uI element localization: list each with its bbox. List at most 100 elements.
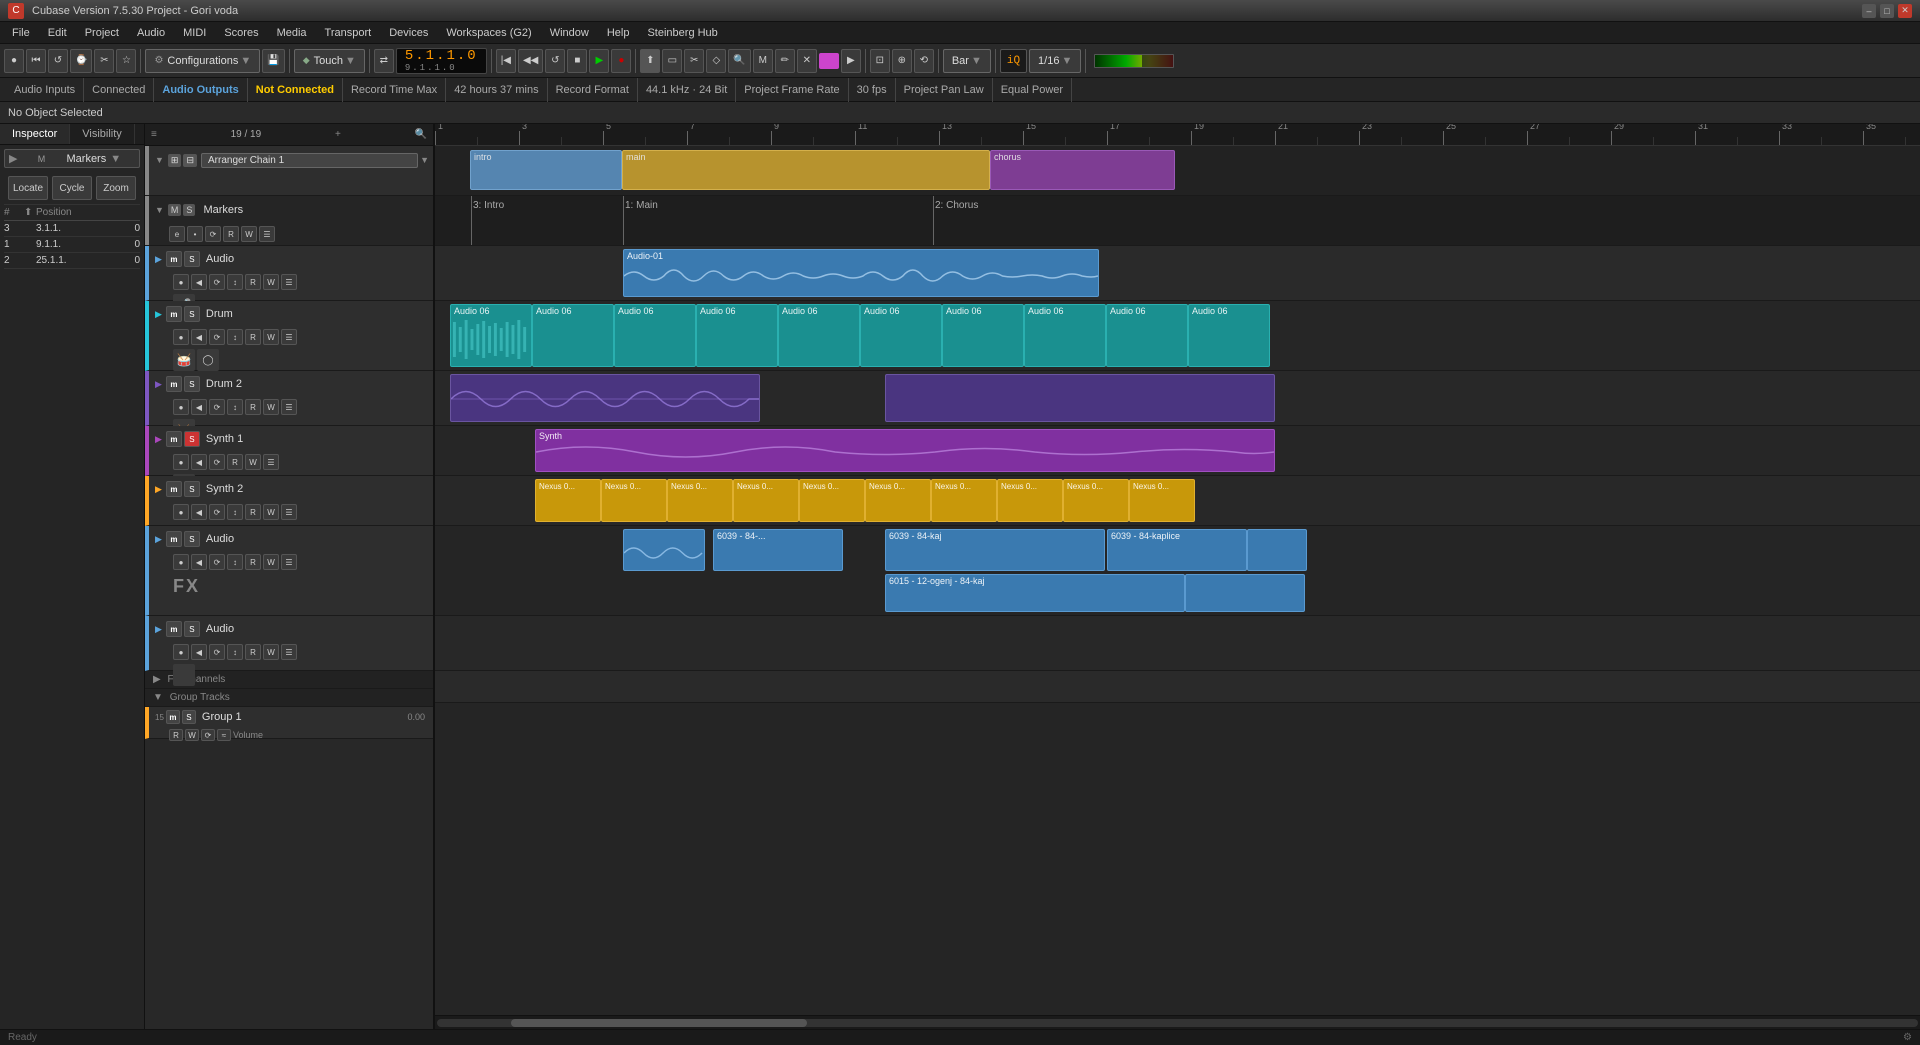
- nexus-1[interactable]: Nexus 0...: [535, 479, 601, 522]
- menu-audio[interactable]: Audio: [129, 25, 173, 41]
- grid-type-btn[interactable]: Bar ▼: [943, 49, 991, 73]
- horizontal-scrollbar[interactable]: [435, 1015, 1920, 1029]
- region-intro[interactable]: intro: [470, 150, 622, 190]
- status-equal-power[interactable]: Equal Power: [993, 78, 1072, 102]
- markers-btn3[interactable]: ⟳: [205, 226, 221, 242]
- settings-icon[interactable]: ⚙: [1903, 1032, 1912, 1043]
- drum-clip-4[interactable]: Audio 06: [696, 304, 778, 367]
- synth1-clip[interactable]: Synth: [535, 429, 1275, 472]
- s2-btn7[interactable]: ☰: [281, 504, 297, 520]
- menu-edit[interactable]: Edit: [40, 25, 75, 41]
- s2-btn5[interactable]: R: [245, 504, 261, 520]
- zoom-btn[interactable]: Zoom: [96, 176, 136, 200]
- transport-play[interactable]: ▶: [589, 49, 609, 73]
- drum2-mute[interactable]: m: [166, 376, 182, 392]
- d-btn1[interactable]: ●: [173, 329, 189, 345]
- audio2-clip4[interactable]: 6039 - 84-kaplice: [1107, 529, 1247, 571]
- menu-midi[interactable]: MIDI: [175, 25, 214, 41]
- marker-row-2[interactable]: 2 25.1.1. 0: [4, 253, 140, 269]
- g1-btn1[interactable]: R: [169, 729, 183, 741]
- d2-btn6[interactable]: W: [263, 399, 279, 415]
- s2-btn6[interactable]: W: [263, 504, 279, 520]
- a2-btn4[interactable]: ↕: [227, 554, 243, 570]
- tb-activate-project[interactable]: ●: [4, 49, 24, 73]
- arrange-viewport[interactable]: intro main chorus 3: Intro 1: Main 2: Ch…: [435, 146, 1920, 1015]
- d2-btn2[interactable]: ◀: [191, 399, 207, 415]
- audio1-mute[interactable]: m: [166, 251, 182, 267]
- drum-clip-5[interactable]: Audio 06: [778, 304, 860, 367]
- synth2-expand[interactable]: ▶: [155, 484, 162, 495]
- a2-btn3[interactable]: ⟳: [209, 554, 225, 570]
- d-btn3[interactable]: ⟳: [209, 329, 225, 345]
- group1-mute[interactable]: m: [166, 710, 180, 724]
- scrollbar-track[interactable]: [437, 1019, 1918, 1027]
- audio2-clip7[interactable]: [1185, 574, 1305, 612]
- audio3-solo[interactable]: S: [184, 621, 200, 637]
- status-audio-inputs[interactable]: Audio Inputs: [6, 78, 84, 102]
- tool-mute[interactable]: M: [753, 49, 773, 73]
- tb-btn3[interactable]: ↺: [48, 49, 68, 73]
- status-record-format[interactable]: Record Format: [548, 78, 638, 102]
- tool-range[interactable]: ▭: [662, 49, 682, 73]
- nexus-6[interactable]: Nexus 0...: [865, 479, 931, 522]
- configurations-button[interactable]: ⚙ Configurations ▼: [145, 49, 260, 73]
- transport-cycle[interactable]: ↺: [545, 49, 565, 73]
- a2-btn7[interactable]: ☰: [281, 554, 297, 570]
- tool-glue[interactable]: ◇: [706, 49, 726, 73]
- d-btn6[interactable]: W: [263, 329, 279, 345]
- drum-clip-6[interactable]: Audio 06: [860, 304, 942, 367]
- d-btn2[interactable]: ◀: [191, 329, 207, 345]
- a2-btn1[interactable]: ●: [173, 554, 189, 570]
- cycle-btn[interactable]: Cycle: [52, 176, 92, 200]
- quantize-btn[interactable]: 1/16 ▼: [1029, 49, 1081, 73]
- audio2-clip3[interactable]: 6039 - 84-kaj: [885, 529, 1105, 571]
- a1-btn3[interactable]: ⟳: [209, 274, 225, 290]
- tab-visibility[interactable]: Visibility: [70, 124, 135, 144]
- a1-btn5[interactable]: R: [245, 274, 261, 290]
- markers-header[interactable]: ▶ M Markers ▼: [4, 149, 140, 168]
- tool-color[interactable]: [819, 53, 839, 69]
- audio2-expand[interactable]: ▶: [155, 534, 162, 545]
- status-project-frame-rate[interactable]: Project Frame Rate: [736, 78, 848, 102]
- nexus-2[interactable]: Nexus 0...: [601, 479, 667, 522]
- audio3-expand[interactable]: ▶: [155, 624, 162, 635]
- a2-btn6[interactable]: W: [263, 554, 279, 570]
- nexus-8[interactable]: Nexus 0...: [997, 479, 1063, 522]
- s1-btn6[interactable]: ☰: [263, 454, 279, 470]
- drum2-clip2[interactable]: [885, 374, 1275, 422]
- d-btn4[interactable]: ↕: [227, 329, 243, 345]
- synth2-mute[interactable]: m: [166, 481, 182, 497]
- nexus-4[interactable]: Nexus 0...: [733, 479, 799, 522]
- tool-erase[interactable]: ✕: [797, 49, 817, 73]
- arranger-chain-select[interactable]: Arranger Chain 1: [201, 153, 418, 168]
- drum-clip-1[interactable]: Audio 06: [450, 304, 532, 367]
- tb-btn5[interactable]: ✂: [94, 49, 114, 73]
- drum-clip-2[interactable]: Audio 06: [532, 304, 614, 367]
- transport-stop[interactable]: ■: [567, 49, 587, 73]
- d2-btn3[interactable]: ⟳: [209, 399, 225, 415]
- tab-inspector[interactable]: Inspector: [0, 124, 70, 144]
- region-main[interactable]: main: [622, 150, 990, 190]
- track-arranger-expand[interactable]: ▼: [155, 155, 164, 165]
- synth1-solo[interactable]: S: [184, 431, 200, 447]
- s1-btn1[interactable]: ●: [173, 454, 189, 470]
- group1-solo[interactable]: S: [182, 710, 196, 724]
- search-track-btn[interactable]: 🔍: [415, 129, 427, 140]
- s1-btn5[interactable]: W: [245, 454, 261, 470]
- maximize-button[interactable]: □: [1880, 4, 1894, 18]
- markers-btn5[interactable]: W: [241, 226, 257, 242]
- status-record-time-max[interactable]: Record Time Max: [343, 78, 446, 102]
- menu-workspaces[interactable]: Workspaces (G2): [438, 25, 539, 41]
- synth1-expand[interactable]: ▶: [155, 434, 162, 445]
- menu-project[interactable]: Project: [77, 25, 127, 41]
- markers-btn6[interactable]: ☰: [259, 226, 275, 242]
- audio2-mute[interactable]: m: [166, 531, 182, 547]
- marker-row-3[interactable]: 3 3.1.1. 0: [4, 221, 140, 237]
- tool-play[interactable]: ▶: [841, 49, 861, 73]
- drum2-expand[interactable]: ▶: [155, 379, 162, 390]
- d2-btn5[interactable]: R: [245, 399, 261, 415]
- menu-transport[interactable]: Transport: [317, 25, 380, 41]
- nexus-9[interactable]: Nexus 0...: [1063, 479, 1129, 522]
- tb-btn2[interactable]: ⏮: [26, 49, 46, 73]
- crosshair-btn[interactable]: ⊕: [892, 49, 912, 73]
